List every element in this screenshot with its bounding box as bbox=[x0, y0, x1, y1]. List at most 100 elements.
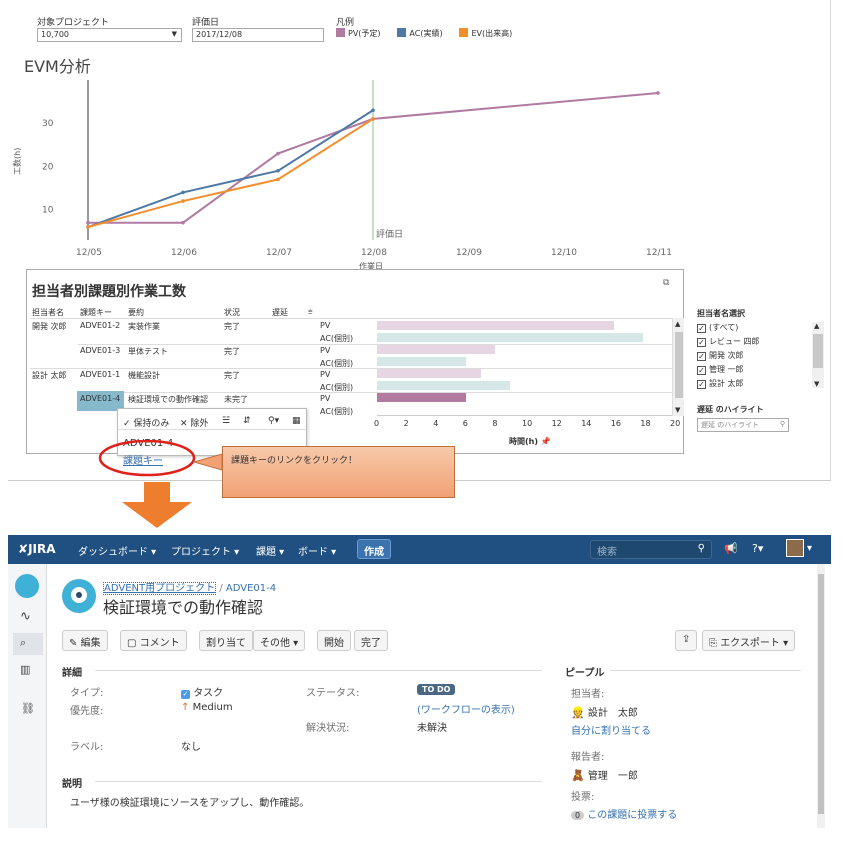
sort-icon[interactable]: ⩧ bbox=[308, 307, 313, 317]
description-text: ユーザ様の検証環境にソースをアップし、動作確認。 bbox=[70, 798, 310, 809]
share-icon[interactable]: ⇪ bbox=[675, 630, 698, 651]
workload-axis-label: 時間(h) 📌 bbox=[509, 437, 551, 446]
eval-date-label: 評価日 bbox=[192, 18, 220, 28]
nav-boards[interactable]: ボード ▾ bbox=[298, 543, 336, 558]
link-icon[interactable]: ⛓ bbox=[21, 702, 35, 715]
search-icon: ⚲ bbox=[779, 420, 785, 428]
avatar[interactable] bbox=[786, 539, 804, 557]
workload-scrollbar[interactable]: ▲ ▼ bbox=[672, 318, 684, 416]
row4-key[interactable]: ADVE01-4 bbox=[80, 394, 120, 403]
col-key: 課題キー bbox=[80, 308, 112, 317]
workload-bar[interactable] bbox=[377, 393, 466, 402]
project-select[interactable]: 10,700 ▼ bbox=[37, 28, 182, 42]
nav-project[interactable]: プロジェクト ▾ bbox=[171, 543, 239, 558]
row3-key[interactable]: ADVE01-1 bbox=[80, 370, 120, 379]
more-button[interactable]: その他 ▾ bbox=[253, 630, 306, 651]
eval-date-input[interactable]: 2017/12/08 bbox=[192, 28, 324, 42]
row1-key[interactable]: ADVE01-2 bbox=[80, 321, 120, 330]
announcement-icon[interactable]: 📢 bbox=[724, 542, 738, 555]
edit-button[interactable]: ✎ 編集 bbox=[62, 630, 108, 651]
vote-link[interactable]: この課題に投票する bbox=[587, 810, 677, 821]
create-button[interactable]: 作成 bbox=[357, 539, 391, 559]
scroll-down-icon[interactable]: ▼ bbox=[675, 406, 680, 414]
legend-item-ac[interactable]: AC(実績) bbox=[397, 28, 443, 38]
people-title: ピープル bbox=[565, 668, 605, 679]
row-divider bbox=[30, 368, 672, 369]
nav-issues[interactable]: 課題 ▾ bbox=[256, 543, 284, 558]
reporter-value: 🧸 管理 一郎 bbox=[571, 769, 638, 782]
checkbox-checked-icon[interactable]: ✓ bbox=[697, 338, 706, 347]
description-divider bbox=[95, 781, 542, 782]
evm-point bbox=[86, 225, 90, 229]
checkbox-checked-icon[interactable]: ✓ bbox=[697, 366, 706, 375]
start-button[interactable]: 開始 bbox=[317, 630, 351, 651]
evm-point bbox=[181, 190, 185, 195]
row3-summary: 機能設計 bbox=[128, 371, 160, 380]
assign-button[interactable]: 割り当て bbox=[199, 630, 253, 651]
filter-item-review[interactable]: ✓ レビュー 四郎 bbox=[697, 336, 760, 347]
pin-icon: 📌 bbox=[540, 437, 551, 446]
workload-bar[interactable] bbox=[377, 345, 496, 354]
side-filter-scrollbar[interactable]: ▲ ▼ bbox=[812, 322, 824, 388]
checkbox-checked-icon[interactable]: ✓ bbox=[697, 380, 706, 389]
checkbox-checked-icon[interactable]: ✓ bbox=[697, 352, 706, 361]
grid-icon[interactable]: ▦ bbox=[292, 416, 301, 426]
workload-xtick: 6 bbox=[462, 419, 468, 428]
search-icon: ⚲ bbox=[697, 543, 705, 554]
highlight-input[interactable]: 遅延 のハイライト ⚲ bbox=[697, 418, 789, 432]
page-scrollbar[interactable] bbox=[817, 564, 825, 828]
filter-item-all[interactable]: ✓ (すべて) bbox=[697, 322, 760, 333]
clip-icon[interactable]: ⚲▾ bbox=[268, 416, 279, 426]
row3-status: 完了 bbox=[224, 371, 240, 380]
assign-to-me-link[interactable]: 自分に割り当てる bbox=[571, 722, 651, 737]
workload-bar[interactable] bbox=[377, 357, 466, 366]
legend-item-ev[interactable]: EV(出来高) bbox=[459, 28, 512, 38]
col-assignee: 担当者名 bbox=[32, 308, 64, 317]
sort-menu-icon[interactable]: ⇵ bbox=[243, 416, 251, 426]
help-icon[interactable]: ?▾ bbox=[752, 542, 763, 555]
group-icon[interactable]: ☱ bbox=[222, 416, 230, 426]
workload-bar[interactable] bbox=[377, 369, 481, 378]
row1-pv-label: PV bbox=[320, 321, 331, 330]
avatar-chevron-icon[interactable]: ▾ bbox=[807, 543, 812, 554]
exclude-button[interactable]: ✕ 除外 bbox=[180, 416, 208, 429]
scroll-thumb[interactable] bbox=[675, 332, 683, 398]
comment-button[interactable]: ▢ コメント bbox=[120, 630, 187, 651]
row2-key[interactable]: ADVE01-3 bbox=[80, 346, 120, 355]
workload-bar[interactable] bbox=[377, 381, 511, 390]
evm-title: EVM分析 bbox=[24, 57, 91, 76]
type-value: ✓ タスク bbox=[181, 688, 224, 699]
activity-icon[interactable]: ∿ bbox=[20, 609, 31, 624]
filter-item-mgmt[interactable]: ✓ 管理 一郎 bbox=[697, 364, 760, 375]
breadcrumb-separator: / bbox=[219, 583, 223, 594]
workload-xtick: 20 bbox=[670, 419, 681, 428]
nav-dashboard[interactable]: ダッシュボード ▾ bbox=[78, 543, 156, 558]
scroll-up-icon[interactable]: ▲ bbox=[675, 320, 680, 328]
evm-point bbox=[371, 117, 375, 121]
workflow-link[interactable]: (ワークフローの表示) bbox=[417, 701, 515, 716]
jira-logo[interactable]: ✘JIRA bbox=[18, 542, 56, 556]
workload-bar[interactable] bbox=[377, 333, 644, 342]
filter-item-design[interactable]: ✓ 設計 太郎 bbox=[697, 378, 760, 389]
workload-bar[interactable] bbox=[377, 321, 614, 330]
evm-point bbox=[181, 220, 185, 225]
legend-item-pv[interactable]: PV(予定) bbox=[336, 28, 381, 38]
search-input[interactable]: 検索 ⚲ bbox=[590, 540, 712, 559]
reports-icon[interactable]: ▥ bbox=[20, 663, 30, 676]
bear-avatar-icon: 🧸 bbox=[571, 769, 585, 782]
breadcrumb-issue-link[interactable]: ADVE01-4 bbox=[226, 583, 276, 594]
checkbox-checked-icon[interactable]: ✓ bbox=[697, 324, 706, 333]
keep-only-button[interactable]: ✓ 保持のみ bbox=[123, 416, 169, 429]
popout-icon[interactable]: ⧉ bbox=[663, 278, 669, 288]
resolution-label: 解決状況: bbox=[306, 723, 350, 734]
done-button[interactable]: 完了 bbox=[354, 630, 388, 651]
issues-search-icon[interactable]: ⌕ bbox=[20, 636, 26, 650]
evm-xtick: 12/10 bbox=[551, 248, 577, 258]
export-icon: ⎘ bbox=[709, 638, 717, 649]
evm-chart: 10 20 30 12/05 12/06 12/07 12/08 12/09 12/10 12/1… bbox=[42, 80, 672, 271]
project-avatar-icon[interactable] bbox=[15, 574, 39, 598]
filter-item-dev[interactable]: ✓ 開発 次郎 bbox=[697, 350, 760, 361]
export-button[interactable]: ⎘ エクスポート ▾ bbox=[702, 630, 796, 651]
workload-xtick: 2 bbox=[403, 419, 409, 428]
workload-axis-line bbox=[377, 415, 673, 416]
